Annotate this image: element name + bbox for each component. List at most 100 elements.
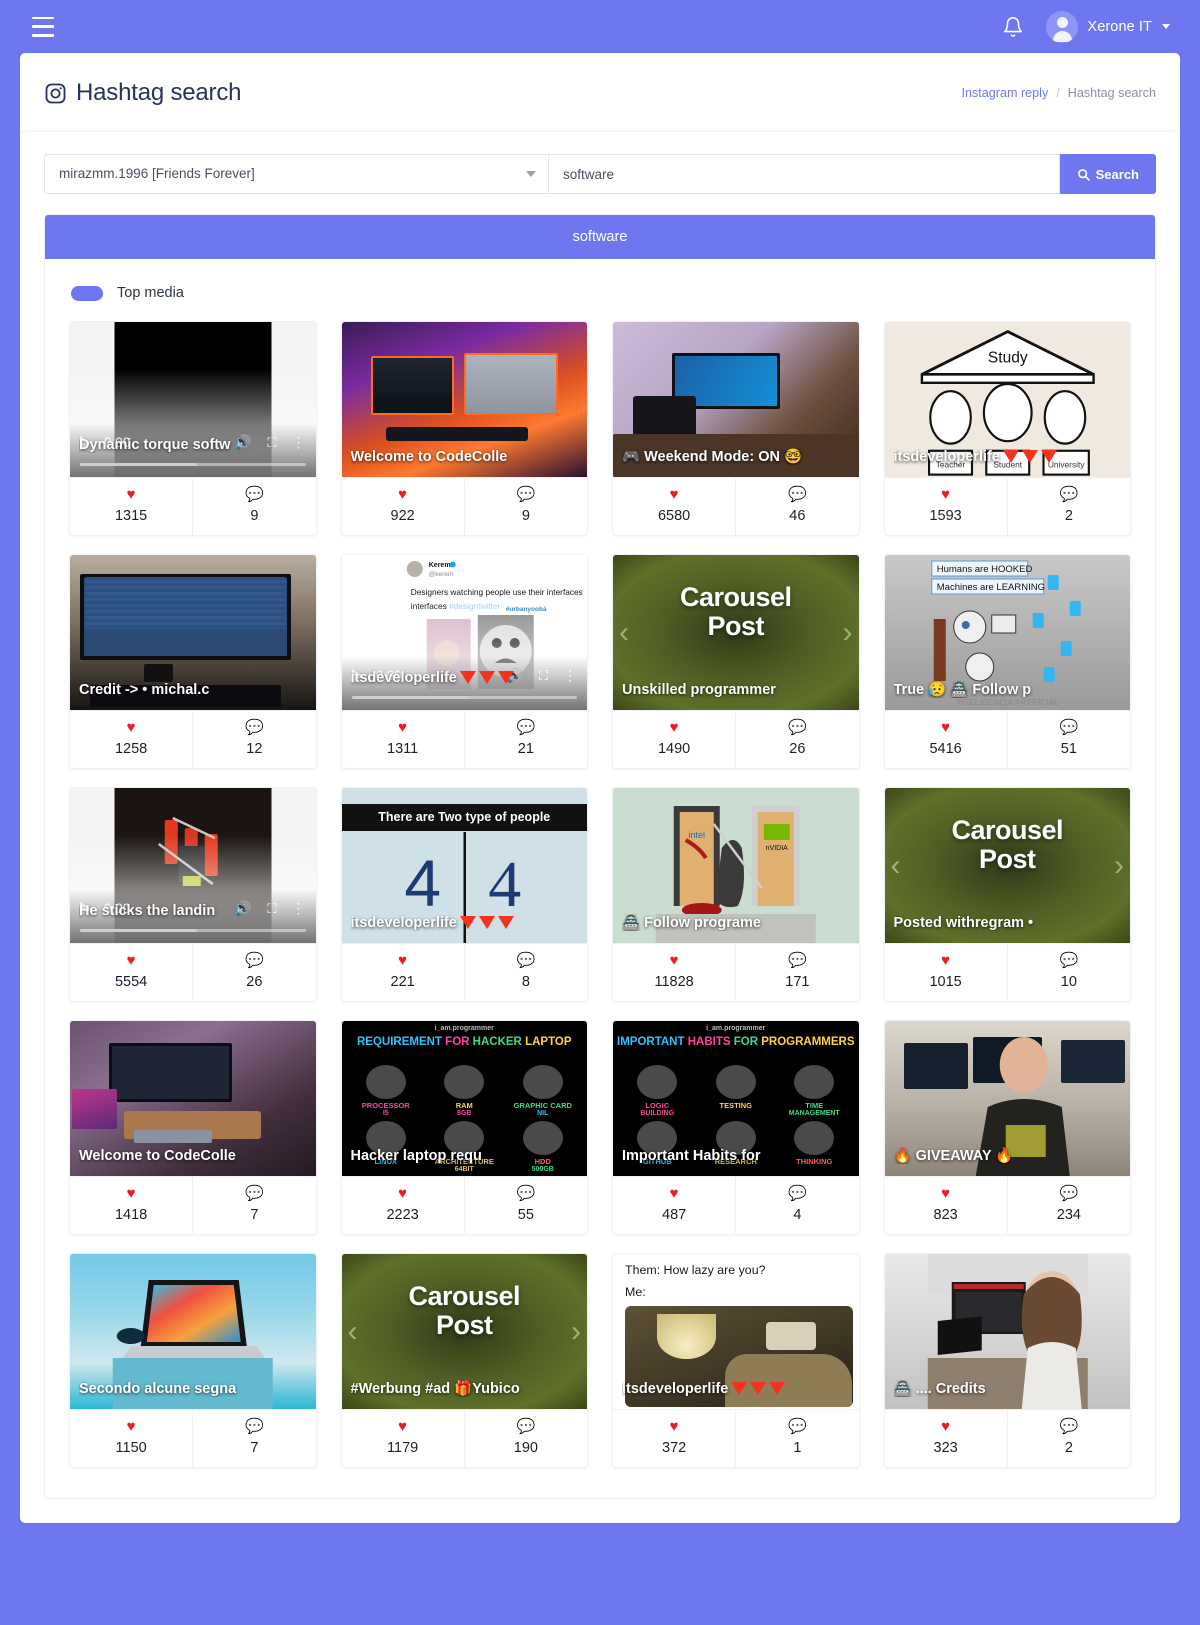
- chevron-left-icon[interactable]: ‹: [891, 849, 901, 883]
- media-thumbnail[interactable]: i_am.programmer IMPORTANT HABITS FOR PRO…: [613, 1021, 859, 1176]
- video-progress-bar[interactable]: [80, 463, 306, 466]
- comment-stat[interactable]: 💬 10: [1006, 944, 1130, 1001]
- account-select-value[interactable]: mirazmm.1996 [Friends Forever]: [44, 154, 549, 194]
- like-stat[interactable]: ♥ 323: [885, 1410, 1007, 1467]
- like-stat[interactable]: ♥ 1490: [613, 711, 735, 768]
- comment-stat[interactable]: 💬 234: [1006, 1177, 1130, 1234]
- media-thumbnail[interactable]: Welcome to CodeColle: [341, 322, 587, 477]
- media-card[interactable]: Humans are HOOKED Machines are LEARNING …: [883, 554, 1131, 769]
- media-thumbnail[interactable]: Credit -> • michal.c: [70, 555, 316, 710]
- media-thumbnail[interactable]: Them: How lazy are you? Me: itsdeveloper…: [613, 1254, 859, 1409]
- media-card[interactable]: Them: How lazy are you? Me: itsdeveloper…: [612, 1253, 860, 1468]
- media-card[interactable]: 0:00 🔊 ⛶ ⋮ He sticks the landin ♥ 5554 💬…: [69, 787, 317, 1002]
- top-media-toggle[interactable]: [71, 285, 103, 301]
- comment-stat[interactable]: 💬 51: [1006, 711, 1130, 768]
- chevron-right-icon[interactable]: ›: [843, 616, 853, 650]
- like-stat[interactable]: ♥ 1179: [342, 1410, 464, 1467]
- media-card[interactable]: ‹ › Carousel Post Posted withregram • ♥ 1…: [883, 787, 1131, 1002]
- comment-stat[interactable]: 💬 55: [463, 1177, 587, 1234]
- media-thumbnail[interactable]: 0:00 🔊 ⛶ ⋮ Dynamic torque softw: [70, 322, 316, 477]
- media-card[interactable]: Secondo alcune segna ♥ 1150 💬 7: [69, 1253, 317, 1468]
- media-card[interactable]: intel nVIDIA 🏯 Follow programe ♥ 11828 💬: [612, 787, 860, 1002]
- video-progress-bar[interactable]: [80, 929, 306, 932]
- media-card[interactable]: 🔥 GIVEAWAY 🔥 ♥ 823 💬 234: [883, 1020, 1131, 1235]
- comment-stat[interactable]: 💬 8: [463, 944, 587, 1001]
- media-thumbnail[interactable]: Study Teacher Student University itsdeve…: [884, 322, 1130, 477]
- media-card[interactable]: Kerem @kerem Designers watching people u…: [340, 554, 588, 769]
- like-stat[interactable]: ♥ 2223: [342, 1177, 464, 1234]
- media-card[interactable]: Study Teacher Student University itsdeve…: [883, 321, 1131, 536]
- comment-stat[interactable]: 💬 7: [192, 1177, 315, 1234]
- like-stat[interactable]: ♥ 1258: [70, 711, 192, 768]
- media-thumbnail[interactable]: 0:00 🔊 ⛶ ⋮ He sticks the landin: [70, 788, 316, 943]
- comment-stat[interactable]: 💬 4: [735, 1177, 858, 1234]
- like-stat[interactable]: ♥ 11828: [613, 944, 735, 1001]
- media-thumbnail[interactable]: 🎮 Weekend Mode: ON 🤓: [613, 322, 859, 477]
- media-card[interactable]: Welcome to CodeColle ♥ 922 💬 9: [340, 321, 588, 536]
- comment-stat[interactable]: 💬 26: [192, 944, 315, 1001]
- media-thumbnail[interactable]: Kerem @kerem Designers watching people u…: [341, 555, 587, 710]
- comment-stat[interactable]: 💬 2: [1006, 1410, 1130, 1467]
- media-thumbnail[interactable]: ‹ › Carousel Post #Werbung #ad 🎁Yubico: [341, 1254, 587, 1409]
- like-stat[interactable]: ♥ 823: [885, 1177, 1007, 1234]
- media-card[interactable]: i_am.programmer IMPORTANT HABITS FOR PRO…: [612, 1020, 860, 1235]
- comment-stat[interactable]: 💬 190: [463, 1410, 587, 1467]
- media-thumbnail[interactable]: ‹ › Carousel Post Posted withregram •: [884, 788, 1130, 943]
- chevron-down-icon[interactable]: [1162, 24, 1170, 29]
- media-thumbnail[interactable]: Humans are HOOKED Machines are LEARNING …: [884, 555, 1130, 710]
- bell-icon[interactable]: [1002, 15, 1024, 39]
- media-card[interactable]: i_am.programmer REQUIREMENT FOR HACKER L…: [340, 1020, 588, 1235]
- like-stat[interactable]: ♥ 1015: [885, 944, 1007, 1001]
- media-card[interactable]: 🏯 .... Credits ♥ 323 💬 2: [883, 1253, 1131, 1468]
- comment-stat[interactable]: 💬 46: [735, 478, 858, 535]
- comment-stat[interactable]: 💬 12: [192, 711, 315, 768]
- media-card[interactable]: 🎮 Weekend Mode: ON 🤓 ♥ 6580 💬 46: [612, 321, 860, 536]
- like-stat[interactable]: ♥ 1315: [70, 478, 192, 535]
- media-thumbnail[interactable]: 🏯 .... Credits: [884, 1254, 1130, 1409]
- like-stat[interactable]: ♥ 221: [342, 944, 464, 1001]
- media-thumbnail[interactable]: intel nVIDIA 🏯 Follow programe: [613, 788, 859, 943]
- comment-stat[interactable]: 💬 9: [463, 478, 587, 535]
- chevron-right-icon[interactable]: ›: [571, 1315, 581, 1349]
- media-thumbnail[interactable]: Welcome to CodeColle: [70, 1021, 316, 1176]
- media-thumbnail[interactable]: Secondo alcune segna: [70, 1254, 316, 1409]
- like-stat[interactable]: ♥ 487: [613, 1177, 735, 1234]
- media-card[interactable]: Welcome to CodeColle ♥ 1418 💬 7: [69, 1020, 317, 1235]
- comment-stat[interactable]: 💬 7: [192, 1410, 315, 1467]
- like-stat[interactable]: ♥ 1593: [885, 478, 1007, 535]
- media-thumbnail[interactable]: ‹ › Carousel Post Unskilled programmer: [613, 555, 859, 710]
- media-thumbnail[interactable]: There are Two type of people 4 4 itsdeve…: [341, 788, 587, 943]
- like-stat[interactable]: ♥ 372: [613, 1410, 735, 1467]
- media-thumbnail[interactable]: i_am.programmer REQUIREMENT FOR HACKER L…: [341, 1021, 587, 1176]
- user-menu[interactable]: Xerone IT: [1046, 10, 1170, 43]
- media-card[interactable]: ‹ › Carousel Post #Werbung #ad 🎁Yubico ♥ …: [340, 1253, 588, 1468]
- keyword-input[interactable]: [549, 154, 1060, 194]
- chevron-left-icon[interactable]: ‹: [619, 616, 629, 650]
- media-thumbnail[interactable]: 🔥 GIVEAWAY 🔥: [884, 1021, 1130, 1176]
- chevron-down-icon[interactable]: [526, 171, 536, 177]
- media-card[interactable]: There are Two type of people 4 4 itsdeve…: [340, 787, 588, 1002]
- comment-stat[interactable]: 💬 21: [463, 711, 587, 768]
- comment-stat[interactable]: 💬 1: [735, 1410, 858, 1467]
- like-stat[interactable]: ♥ 6580: [613, 478, 735, 535]
- like-stat[interactable]: ♥ 5554: [70, 944, 192, 1001]
- like-stat[interactable]: ♥ 1150: [70, 1410, 192, 1467]
- chevron-left-icon[interactable]: ‹: [348, 1315, 358, 1349]
- search-button[interactable]: Search: [1059, 154, 1156, 194]
- video-progress-bar[interactable]: [351, 696, 577, 699]
- hamburger-icon[interactable]: [32, 16, 54, 37]
- like-stat[interactable]: ♥ 1418: [70, 1177, 192, 1234]
- chevron-right-icon[interactable]: ›: [1114, 849, 1124, 883]
- breadcrumb-parent[interactable]: Instagram reply: [961, 86, 1048, 100]
- comment-stat[interactable]: 💬 171: [735, 944, 858, 1001]
- account-select[interactable]: mirazmm.1996 [Friends Forever]: [44, 154, 549, 194]
- media-card[interactable]: Credit -> • michal.c ♥ 1258 💬 12: [69, 554, 317, 769]
- comment-stat[interactable]: 💬 9: [192, 478, 315, 535]
- comment-stat[interactable]: 💬 2: [1006, 478, 1130, 535]
- like-stat[interactable]: ♥ 922: [342, 478, 464, 535]
- comment-stat[interactable]: 💬 26: [735, 711, 858, 768]
- like-stat[interactable]: ♥ 1311: [342, 711, 464, 768]
- like-stat[interactable]: ♥ 5416: [885, 711, 1007, 768]
- media-card[interactable]: ‹ › Carousel Post Unskilled programmer ♥ …: [612, 554, 860, 769]
- media-card[interactable]: 0:00 🔊 ⛶ ⋮ Dynamic torque softw ♥ 1315 💬…: [69, 321, 317, 536]
